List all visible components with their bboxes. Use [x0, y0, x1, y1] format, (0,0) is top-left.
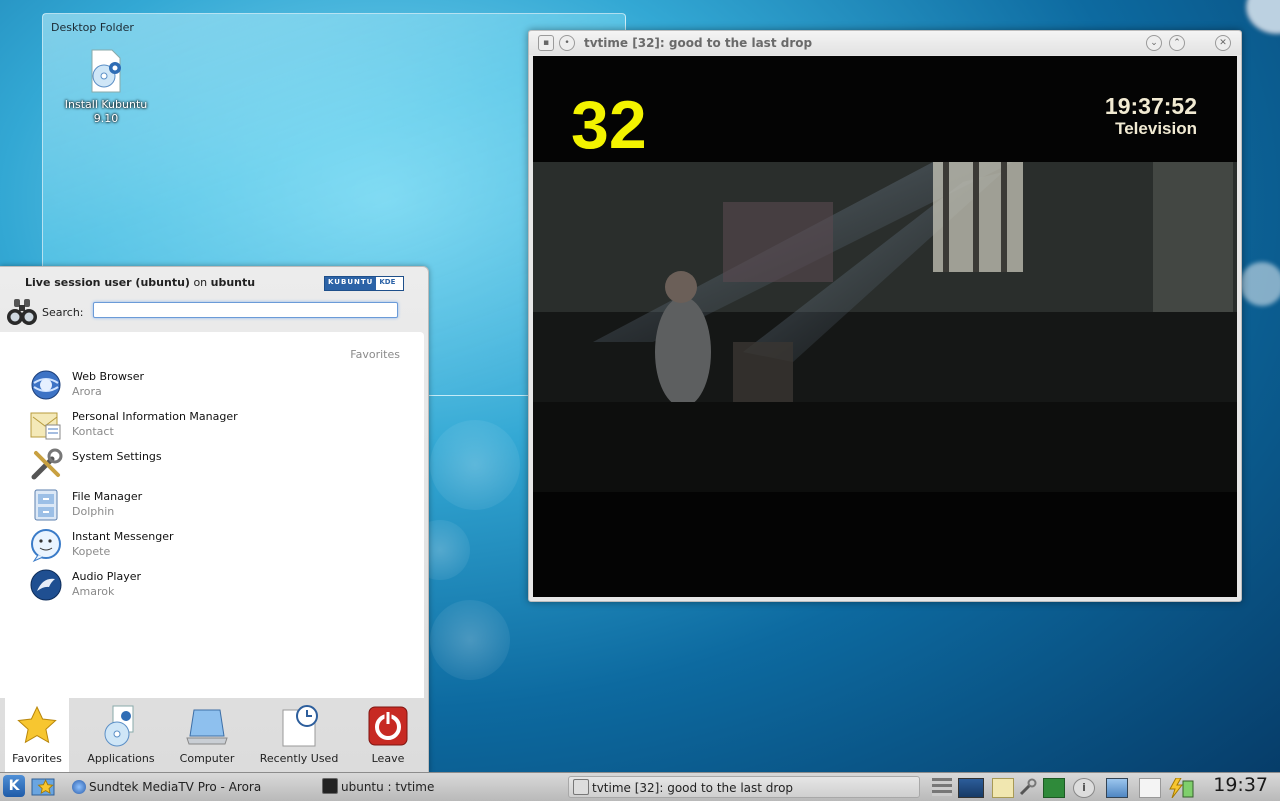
kickoff-tabs: Favorites Applications Computer Recently… [0, 698, 424, 773]
channel-number: 32 [571, 87, 647, 163]
session-info: Live session user (ubuntu) on ubuntu [25, 276, 255, 289]
bokeh-light [1240, 262, 1280, 306]
task-tvtime[interactable]: tvtime [32]: good to the last drop [568, 776, 920, 798]
bokeh-light [430, 600, 510, 680]
tv-video-area[interactable]: 32 19:37:52 Television [533, 56, 1237, 597]
desktop-pager-icon[interactable] [958, 778, 984, 798]
clock-document-icon [277, 704, 321, 748]
tab-computer[interactable]: Computer [176, 698, 238, 772]
favorite-app: Arora [72, 385, 102, 398]
updates-icon[interactable] [1106, 778, 1128, 798]
show-desktop-icon[interactable] [31, 776, 57, 798]
kubuntu-logo-text: KUBUNTU [325, 277, 377, 290]
window-titlebar[interactable]: ▪ • tvtime [32]: good to the last drop ⌄… [529, 31, 1241, 55]
session-user: Live session user (ubuntu) [25, 276, 190, 289]
kde-menu-button[interactable]: K [3, 775, 25, 797]
task-label: tvtime [32]: good to the last drop [592, 781, 794, 795]
info-icon[interactable]: i [1073, 778, 1095, 798]
favorites-panel: Favorites Web Browser Arora Personal Inf… [0, 332, 424, 698]
file-manager-icon [28, 487, 64, 523]
search-input[interactable] [93, 302, 398, 318]
network-tools-icon[interactable] [1018, 778, 1038, 796]
binoculars-icon [6, 297, 38, 327]
tab-applications[interactable]: Applications [80, 698, 162, 772]
clock[interactable]: 19:37 [1213, 774, 1268, 796]
favorite-app: Amarok [72, 585, 115, 598]
device-card-icon[interactable] [1043, 778, 1065, 798]
kde-logo-text: KDE [379, 278, 396, 286]
session-on: on [193, 276, 208, 289]
tab-favorites[interactable]: Favorites [5, 698, 69, 772]
maximize-icon[interactable]: ⌃ [1169, 35, 1185, 51]
globe-icon [72, 780, 86, 794]
install-kubuntu-launcher[interactable]: Install Kubuntu 9.10 [63, 48, 149, 126]
applications-icon [99, 704, 143, 748]
chat-icon [28, 527, 64, 563]
minimize-icon[interactable]: ⌄ [1146, 35, 1162, 51]
favorite-name: Audio Player [72, 570, 141, 583]
tv-icon [573, 779, 589, 795]
kubuntu-kde-logo: KUBUNTU KDE [324, 276, 404, 291]
favorite-system-settings[interactable]: System Settings [28, 447, 408, 485]
install-cd-icon [86, 48, 126, 94]
osd-time: 19:37:52 [1104, 93, 1197, 119]
tab-label: Recently Used [259, 752, 339, 765]
folder-title: Desktop Folder [51, 21, 134, 34]
favorite-app: Kontact [72, 425, 114, 438]
task-label: ubuntu : tvtime [341, 780, 435, 794]
amarok-icon [28, 567, 64, 603]
task-label: Sundtek MediaTV Pro - Arora [89, 780, 262, 794]
tab-label: Favorites [12, 752, 62, 765]
favorite-name: Personal Information Manager [72, 410, 238, 423]
task-arora[interactable]: Sundtek MediaTV Pro - Arora [72, 776, 261, 798]
kontact-icon [28, 407, 64, 443]
osd-source: Television [1115, 119, 1197, 138]
favorites-heading: Favorites [350, 348, 400, 361]
favorite-app: Dolphin [72, 505, 115, 518]
favorite-web-browser[interactable]: Web Browser Arora [28, 367, 408, 405]
taskbar: K Sundtek MediaTV Pro - Arora ubuntu : t… [0, 772, 1280, 801]
tab-label: Leave [371, 752, 405, 765]
globe-icon [28, 367, 64, 403]
favorite-name: Instant Messenger [72, 530, 174, 543]
tvtime-window: ▪ • tvtime [32]: good to the last drop ⌄… [528, 30, 1242, 602]
favorite-name: Web Browser [72, 370, 145, 383]
window-title: tvtime [32]: good to the last drop [584, 36, 813, 50]
tab-label: Computer [179, 752, 235, 765]
tools-icon [28, 447, 64, 483]
favorite-file-manager[interactable]: File Manager Dolphin [28, 487, 408, 525]
tab-recently-used[interactable]: Recently Used [256, 698, 342, 772]
desktop-corner-widget[interactable] [1246, 0, 1280, 34]
computer-icon [185, 704, 229, 748]
window-menu-icon[interactable]: ▪ [538, 35, 554, 51]
tab-label: Applications [87, 752, 155, 765]
close-icon[interactable]: ✕ [1215, 35, 1231, 51]
battery-power-icon[interactable] [1166, 777, 1194, 799]
terminal-icon [322, 778, 338, 794]
kickoff-menu: Live session user (ubuntu) on ubuntu KUB… [0, 266, 429, 774]
install-kubuntu-label: Install Kubuntu 9.10 [64, 98, 148, 125]
favorite-pim[interactable]: Personal Information Manager Kontact [28, 407, 408, 445]
clipboard-icon[interactable] [992, 778, 1014, 798]
power-icon [366, 704, 410, 748]
sticky-icon[interactable]: • [559, 35, 575, 51]
star-icon [15, 704, 59, 748]
session-host: ubuntu [210, 276, 256, 289]
tv-broadcast-frame [533, 162, 1237, 492]
bokeh-light [430, 420, 520, 510]
pager-icon[interactable] [932, 778, 952, 796]
favorite-name: System Settings [72, 450, 162, 463]
tab-leave[interactable]: Leave [360, 698, 416, 772]
search-label: Search: [42, 306, 84, 319]
favorite-app: Kopete [72, 545, 111, 558]
favorite-audio-player[interactable]: Audio Player Amarok [28, 567, 408, 605]
task-terminal[interactable]: ubuntu : tvtime [322, 776, 434, 798]
favorite-name: File Manager [72, 490, 143, 503]
mail-icon[interactable] [1139, 778, 1161, 798]
favorite-instant-messenger[interactable]: Instant Messenger Kopete [28, 527, 408, 565]
